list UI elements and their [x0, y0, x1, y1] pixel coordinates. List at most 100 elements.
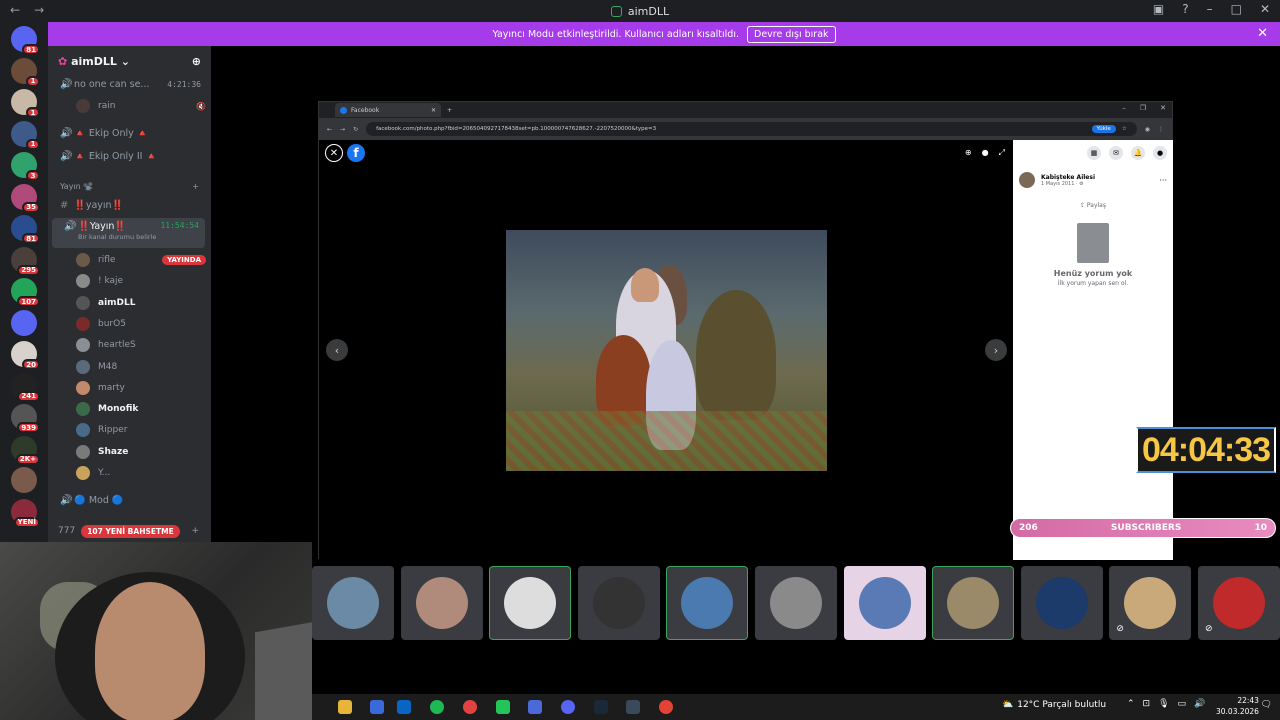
next-photo-icon[interactable]: ›: [985, 339, 1007, 361]
tray-icon[interactable]: ⊡: [1143, 699, 1151, 709]
minimize-icon[interactable]: –: [1122, 104, 1126, 112]
reload-icon[interactable]: ↻: [353, 126, 358, 133]
share-button[interactable]: ⇪ Paylaş: [1013, 202, 1173, 209]
voice-user[interactable]: Y...: [76, 464, 206, 482]
participant-tile[interactable]: ⊘: [1198, 566, 1280, 640]
text-channel[interactable]: # ‼️yayın‼️: [48, 195, 211, 215]
chrome-icon[interactable]: [659, 700, 673, 714]
facebook-logo-icon[interactable]: f: [347, 144, 365, 162]
server-icon[interactable]: [11, 467, 37, 493]
participant-tile[interactable]: [666, 566, 749, 640]
server-icon[interactable]: 295: [11, 246, 40, 276]
server-header[interactable]: ✿ aimDLL ⌄ ⊕: [48, 46, 211, 76]
server-icon[interactable]: [11, 309, 37, 336]
tab-close-icon[interactable]: ✕: [431, 107, 436, 114]
outlook-icon[interactable]: [397, 700, 411, 714]
obs-icon[interactable]: [463, 700, 477, 714]
server-icon[interactable]: 1: [11, 120, 40, 150]
voice-user[interactable]: marty: [76, 379, 206, 397]
participant-tile[interactable]: ⊘: [1109, 566, 1192, 640]
server-icon[interactable]: 1: [11, 89, 40, 118]
server-icon[interactable]: 107: [11, 278, 40, 307]
participant-tile[interactable]: [932, 566, 1015, 640]
app-icon[interactable]: [626, 700, 640, 714]
server-icon[interactable]: 241: [11, 372, 40, 402]
upload-button[interactable]: Yükle: [1091, 125, 1116, 133]
add-icon[interactable]: +: [191, 526, 199, 536]
weather-widget[interactable]: ⛅ 12°C Parçalı bulutlu: [1002, 700, 1106, 710]
forward-arrow-icon[interactable]: →: [34, 3, 44, 17]
taskbar-clock[interactable]: 22:43 30.03.2026: [1216, 695, 1259, 717]
voice-channel[interactable]: 🔊 🔵 Mod 🔵: [48, 490, 211, 510]
close-icon[interactable]: ✕: [325, 144, 343, 162]
participant-tile[interactable]: [312, 566, 394, 640]
avatar[interactable]: [1019, 172, 1035, 188]
server-icon[interactable]: 1: [11, 57, 40, 87]
store-icon[interactable]: [370, 700, 384, 714]
close-icon[interactable]: ✕: [1160, 104, 1166, 112]
menu-icon[interactable]: ⋮: [1158, 126, 1164, 133]
back-arrow-icon[interactable]: ←: [10, 3, 20, 17]
discord-icon[interactable]: [561, 700, 575, 714]
voice-channel[interactable]: 🔊 🔺 Ekip Only 🔺: [48, 123, 211, 143]
participant-tile[interactable]: [489, 566, 572, 640]
file-explorer-icon[interactable]: [338, 700, 352, 714]
notifications-icon[interactable]: 🔔: [1131, 146, 1145, 160]
previous-photo-icon[interactable]: ‹: [326, 339, 348, 361]
url-field[interactable]: facebook.com/photo.php?fbid=206504092717…: [366, 122, 1137, 136]
fullscreen-icon[interactable]: ⤢: [999, 148, 1005, 158]
inbox-icon[interactable]: ▣: [1153, 2, 1164, 16]
server-icon[interactable]: 2K+: [11, 435, 40, 465]
account-icon[interactable]: ●: [1153, 146, 1167, 160]
help-icon[interactable]: ?: [1182, 2, 1188, 16]
participant-tile[interactable]: [577, 566, 660, 640]
chevron-up-icon[interactable]: ⌃: [1127, 699, 1135, 709]
profile-icon[interactable]: ◉: [1145, 126, 1150, 133]
server-icon[interactable]: 35: [11, 183, 40, 213]
voice-user[interactable]: Monofik: [76, 400, 206, 418]
voice-user[interactable]: M48: [76, 358, 206, 376]
messenger-icon[interactable]: ✉: [1109, 146, 1123, 160]
steam-icon[interactable]: [594, 700, 608, 714]
voice-user[interactable]: Shaze: [76, 443, 206, 461]
server-icon[interactable]: 81: [11, 26, 40, 55]
spotify-icon[interactable]: [430, 700, 444, 714]
voice-user[interactable]: heartleS: [76, 336, 206, 354]
voice-channel[interactable]: 🔊 no one can se... 4:21:36: [48, 74, 211, 94]
forward-icon[interactable]: →: [340, 126, 345, 133]
server-icon[interactable]: 81: [11, 215, 40, 244]
voice-user[interactable]: rifle YAYINDA: [76, 251, 206, 269]
restore-icon[interactable]: ❐: [1140, 104, 1146, 112]
add-member-icon[interactable]: ⊕: [192, 55, 201, 68]
notice-close-icon[interactable]: ✕: [1257, 26, 1268, 41]
bookmark-star-icon[interactable]: ☆: [1122, 126, 1127, 132]
app-icon[interactable]: [528, 700, 542, 714]
server-icon[interactable]: 939: [11, 404, 40, 433]
tag-icon[interactable]: ●: [982, 148, 989, 158]
voice-user[interactable]: ! kaje: [76, 272, 206, 290]
voice-user[interactable]: burO5: [76, 315, 206, 333]
maximize-icon[interactable]: □: [1231, 2, 1242, 16]
server-icon[interactable]: 3: [11, 152, 40, 181]
voice-channel[interactable]: 🔊 🔺 Ekip Only II 🔺: [48, 146, 211, 166]
voice-user[interactable]: aimDLL: [76, 294, 206, 312]
add-channel-icon[interactable]: +: [192, 182, 199, 191]
participant-tile[interactable]: [400, 566, 483, 640]
network-icon[interactable]: ▭: [1178, 699, 1187, 709]
server-icon[interactable]: 20: [11, 341, 40, 370]
more-options-icon[interactable]: ···: [1159, 176, 1167, 185]
voice-user[interactable]: Ripper: [76, 421, 206, 439]
participant-tile[interactable]: [1020, 566, 1103, 640]
volume-icon[interactable]: 🔊: [1194, 699, 1205, 709]
notification-icon[interactable]: 🗨: [1261, 700, 1272, 710]
minimize-icon[interactable]: –: [1207, 2, 1213, 16]
new-mentions-pill[interactable]: 107 YENİ BAHSETME: [81, 524, 180, 538]
category-header[interactable]: Yayın 📽️ +: [48, 176, 211, 196]
disable-streamer-mode-button[interactable]: Devre dışı bırak: [747, 25, 836, 43]
voice-user[interactable]: rain 🔇: [76, 97, 206, 115]
zoom-icon[interactable]: ⊕: [965, 148, 972, 158]
active-voice-channel[interactable]: 🔊 ‼️Yayın‼️ Bir kanal durumu belirle 11:5…: [52, 218, 205, 248]
participant-tile[interactable]: [843, 566, 926, 640]
browser-tab[interactable]: Facebook ✕: [335, 103, 441, 117]
new-tab-icon[interactable]: +: [447, 107, 452, 114]
